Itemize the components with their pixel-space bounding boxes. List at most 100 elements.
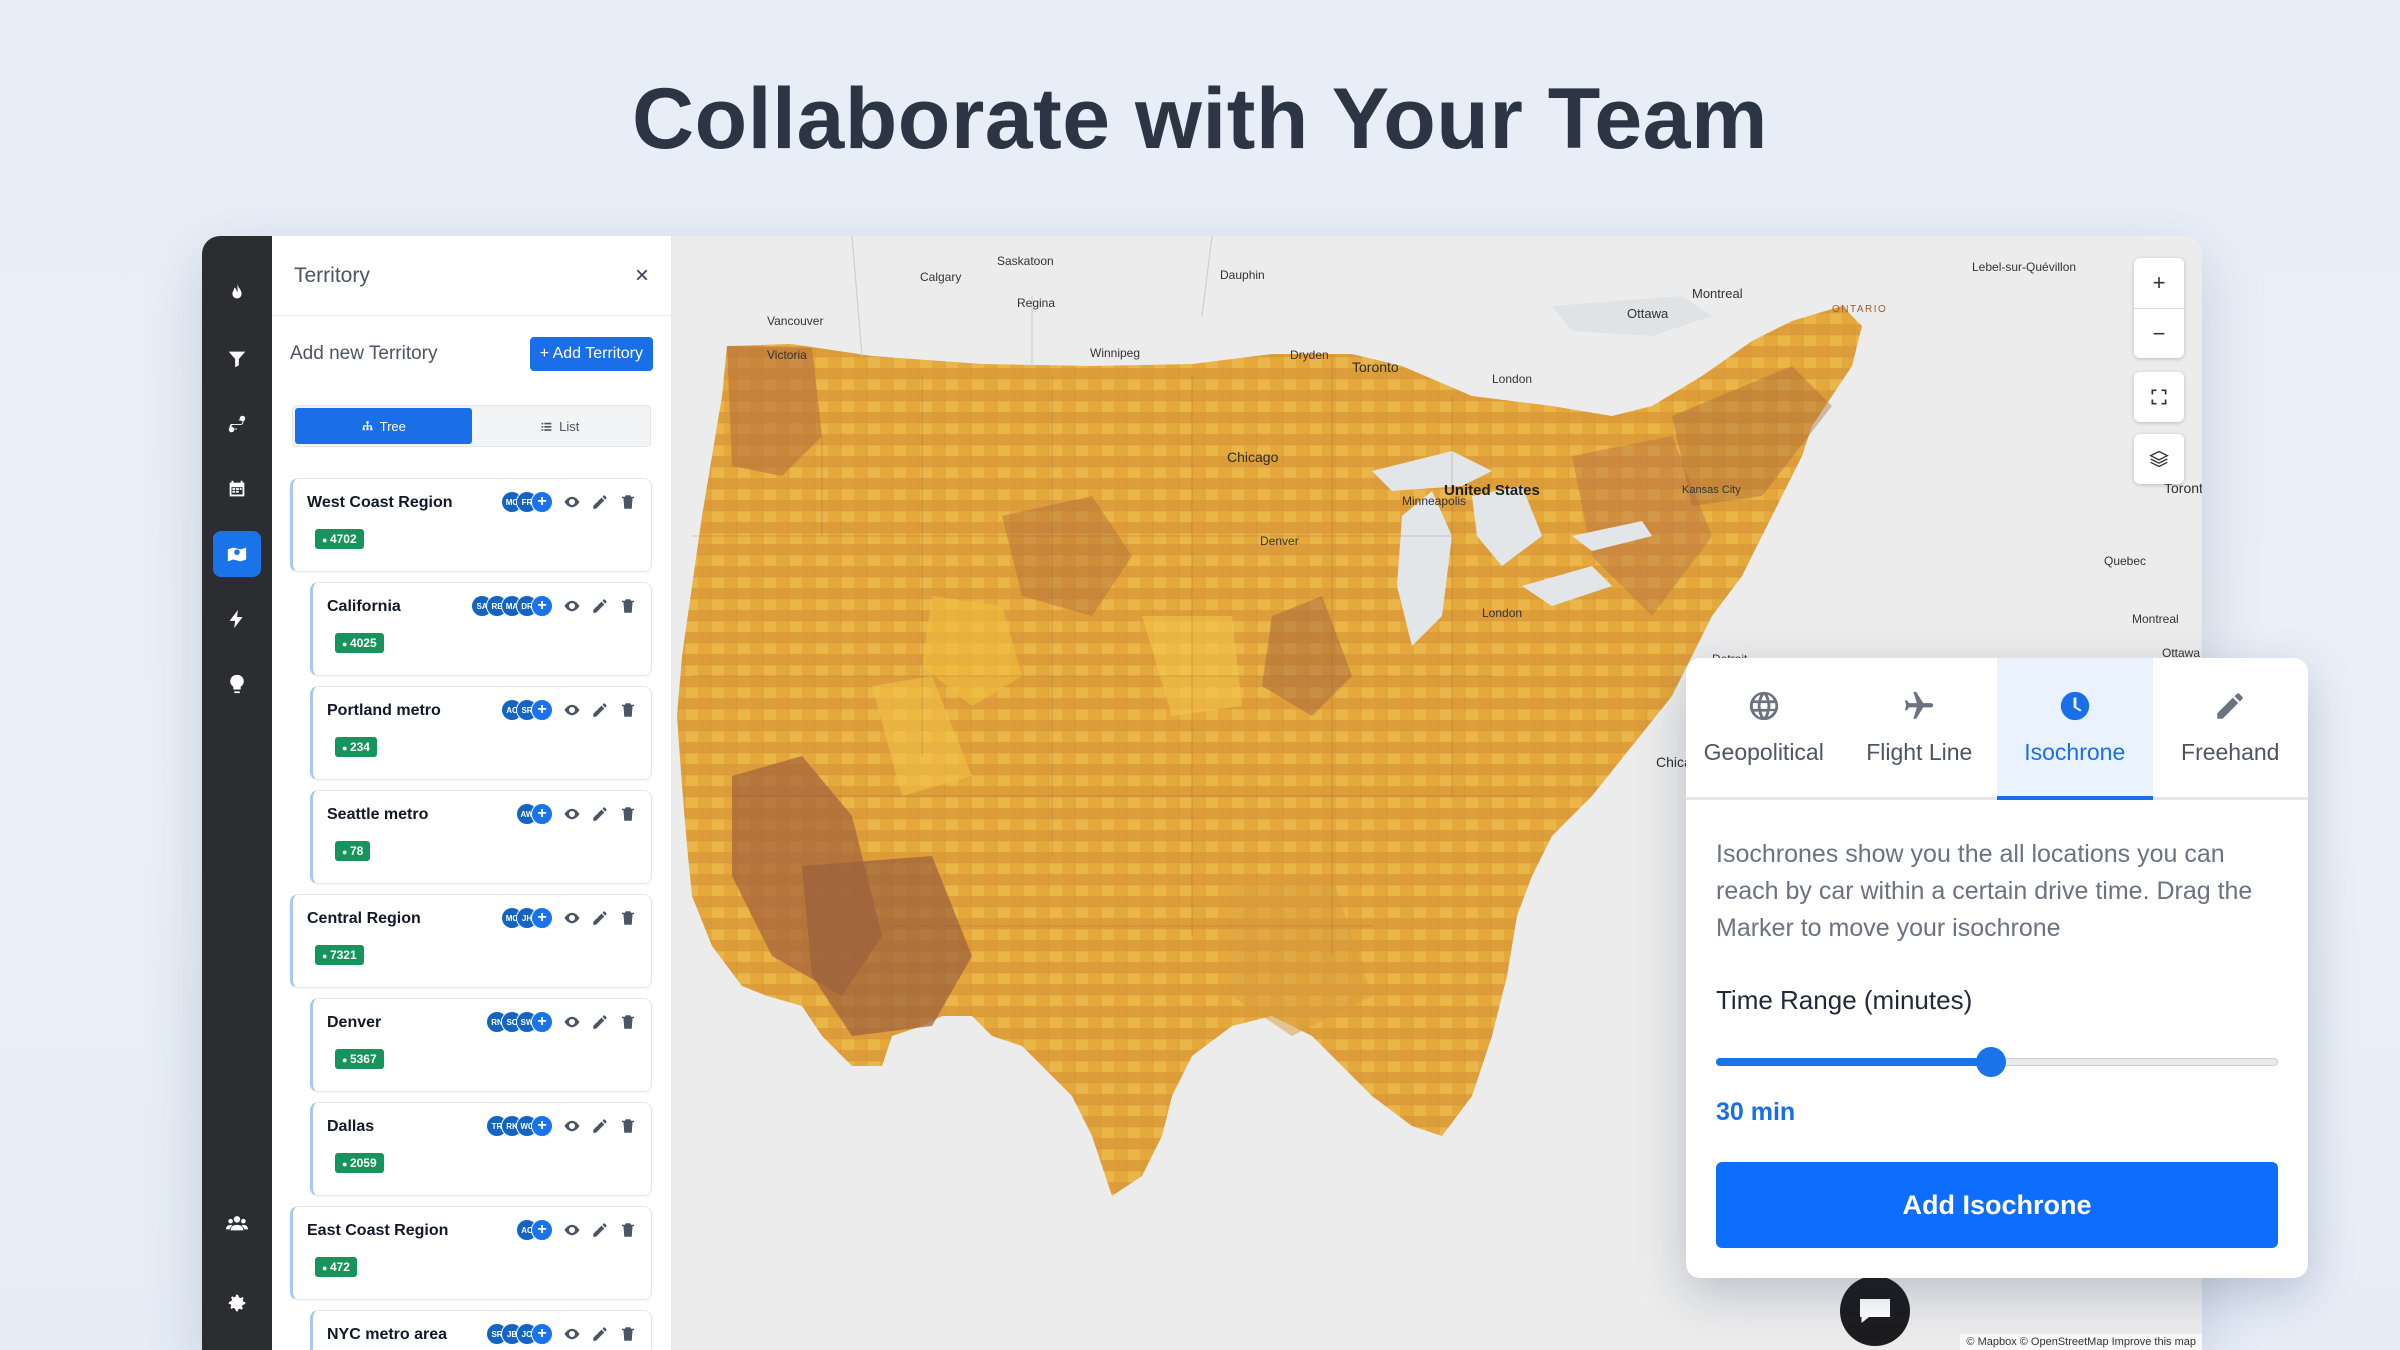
pencil-icon[interactable] bbox=[591, 1221, 609, 1239]
chat-button[interactable] bbox=[1840, 1276, 1910, 1346]
territory-node[interactable]: Denver ● 5367 RN SC SW + bbox=[310, 998, 652, 1092]
tab-flight-line[interactable]: Flight Line bbox=[1842, 658, 1998, 797]
map-territory-icon[interactable] bbox=[213, 531, 261, 577]
territory-node[interactable]: California ● 4025 SA RE MA DR + bbox=[310, 582, 652, 676]
eye-icon[interactable] bbox=[563, 805, 581, 823]
territory-node[interactable]: West Coast Region ● 4702 MC FR + bbox=[290, 478, 652, 572]
lightbulb-icon[interactable] bbox=[213, 661, 261, 707]
tab-list[interactable]: List bbox=[472, 408, 649, 444]
expand-icon bbox=[2134, 372, 2184, 422]
trash-icon[interactable] bbox=[619, 1013, 637, 1031]
map-label-victoria: Victoria bbox=[767, 348, 807, 362]
territory-node[interactable]: NYC metro area SR JB JO + bbox=[310, 1310, 652, 1350]
pin-icon: ● bbox=[342, 639, 350, 649]
pencil-icon[interactable] bbox=[591, 805, 609, 823]
territory-name: East Coast Region bbox=[307, 1222, 449, 1239]
trash-icon[interactable] bbox=[619, 701, 637, 719]
add-assignee-button[interactable]: + bbox=[531, 907, 553, 929]
zoom-in-button[interactable]: + bbox=[2134, 258, 2184, 308]
zoom-out-button[interactable]: − bbox=[2134, 308, 2184, 358]
territory-count-badge: ● 472 bbox=[315, 1257, 357, 1277]
add-assignee-button[interactable]: + bbox=[531, 803, 553, 825]
map-label-kansas-city: Kansas City bbox=[1682, 484, 1741, 496]
tab-isochrone[interactable]: Isochrone bbox=[1997, 658, 2153, 800]
close-icon[interactable]: × bbox=[635, 262, 649, 290]
team-icon[interactable] bbox=[213, 1200, 261, 1246]
eye-icon[interactable] bbox=[563, 1221, 581, 1239]
tab-tree-label: Tree bbox=[379, 418, 406, 434]
trash-icon[interactable] bbox=[619, 1117, 637, 1135]
eye-icon[interactable] bbox=[563, 909, 581, 927]
eye-icon[interactable] bbox=[563, 1117, 581, 1135]
tab-tree[interactable]: Tree bbox=[295, 408, 472, 444]
eye-icon[interactable] bbox=[563, 597, 581, 615]
territory-count: 2059 bbox=[349, 1156, 377, 1170]
map-label-london-2: London bbox=[1482, 606, 1523, 620]
panel-title: Territory bbox=[294, 263, 370, 287]
pencil-icon[interactable] bbox=[591, 493, 609, 511]
territory-node[interactable]: Dallas ● 2059 TR RK WC + bbox=[310, 1102, 652, 1196]
map-label-quebec-2: Quebec bbox=[2104, 554, 2147, 568]
tab-freehand[interactable]: Freehand bbox=[2153, 658, 2309, 797]
add-assignee-button[interactable]: + bbox=[531, 1219, 553, 1241]
fire-icon[interactable] bbox=[213, 270, 261, 316]
trash-icon[interactable] bbox=[619, 805, 637, 823]
pencil-icon[interactable] bbox=[591, 909, 609, 927]
map-label-calgary: Calgary bbox=[920, 270, 962, 284]
trash-icon[interactable] bbox=[619, 597, 637, 615]
territory-actions: TR RK WC + bbox=[486, 1115, 637, 1137]
eye-icon[interactable] bbox=[563, 1013, 581, 1031]
add-assignee-button[interactable]: + bbox=[531, 491, 553, 513]
gear-icon[interactable] bbox=[213, 1280, 261, 1326]
tab-geopolitical[interactable]: Geopolitical bbox=[1686, 658, 1842, 797]
add-assignee-button[interactable]: + bbox=[531, 1115, 553, 1137]
add-territory-button[interactable]: + Add Territory bbox=[529, 336, 653, 371]
pin-icon: ● bbox=[322, 535, 330, 545]
trash-icon[interactable] bbox=[619, 1221, 637, 1239]
territory-actions: AC SR + bbox=[501, 699, 637, 721]
pencil-icon[interactable] bbox=[591, 701, 609, 719]
time-range-slider[interactable] bbox=[1716, 1046, 2278, 1077]
clock-icon bbox=[2060, 691, 2089, 721]
trash-icon[interactable] bbox=[619, 909, 637, 927]
filter-icon[interactable] bbox=[213, 336, 261, 382]
slider-thumb[interactable] bbox=[1976, 1047, 2007, 1077]
calendar-icon[interactable] bbox=[213, 466, 261, 512]
territory-node[interactable]: Seattle metro ● 78 AW + bbox=[310, 790, 652, 884]
add-assignee-button[interactable]: + bbox=[531, 699, 553, 721]
add-assignee-button[interactable]: + bbox=[531, 1011, 553, 1033]
territory-count-badge: ● 78 bbox=[335, 841, 371, 861]
territory-name: Seattle metro bbox=[327, 806, 429, 823]
eye-icon[interactable] bbox=[563, 493, 581, 511]
territory-node[interactable]: Portland metro ● 234 AC SR + bbox=[310, 686, 652, 780]
view-toggle: Tree List bbox=[292, 405, 651, 447]
trash-icon[interactable] bbox=[619, 1325, 637, 1343]
territory-node[interactable]: East Coast Region ● 472 AC + bbox=[290, 1206, 652, 1300]
map-label-saskatoon: Saskatoon bbox=[997, 254, 1054, 268]
territory-actions: MC JH + bbox=[501, 907, 637, 929]
territory-actions: SA RE MA DR + bbox=[471, 595, 637, 617]
eye-icon[interactable] bbox=[563, 1325, 581, 1343]
eye-icon[interactable] bbox=[563, 701, 581, 719]
add-isochrone-button[interactable]: Add Isochrone bbox=[1716, 1162, 2278, 1248]
bolt-icon[interactable] bbox=[213, 596, 261, 642]
pin-icon: ● bbox=[342, 1055, 350, 1065]
add-assignee-button[interactable]: + bbox=[531, 1323, 553, 1345]
map-attribution[interactable]: © Mapbox © OpenStreetMap Improve this ma… bbox=[1960, 1334, 2202, 1350]
territory-count-badge: ● 2059 bbox=[335, 1153, 384, 1173]
territory-count-badge: ● 5367 bbox=[335, 1049, 384, 1069]
assignee-avatars: MC JH + bbox=[501, 907, 553, 929]
territory-node[interactable]: Central Region ● 7321 MC JH + bbox=[290, 894, 652, 988]
trash-icon[interactable] bbox=[619, 493, 637, 511]
territory-tree: West Coast Region ● 4702 MC FR + California ● … bbox=[290, 478, 652, 1350]
pencil-icon[interactable] bbox=[591, 1013, 609, 1031]
layers-button[interactable] bbox=[2134, 434, 2184, 484]
panel-header: Territory × bbox=[272, 236, 671, 316]
territory-name: California bbox=[327, 598, 401, 615]
route-icon[interactable] bbox=[213, 401, 261, 447]
pencil-icon[interactable] bbox=[591, 597, 609, 615]
pencil-icon[interactable] bbox=[591, 1325, 609, 1343]
add-assignee-button[interactable]: + bbox=[531, 595, 553, 617]
fullscreen-button[interactable] bbox=[2134, 372, 2184, 422]
pencil-icon[interactable] bbox=[591, 1117, 609, 1135]
